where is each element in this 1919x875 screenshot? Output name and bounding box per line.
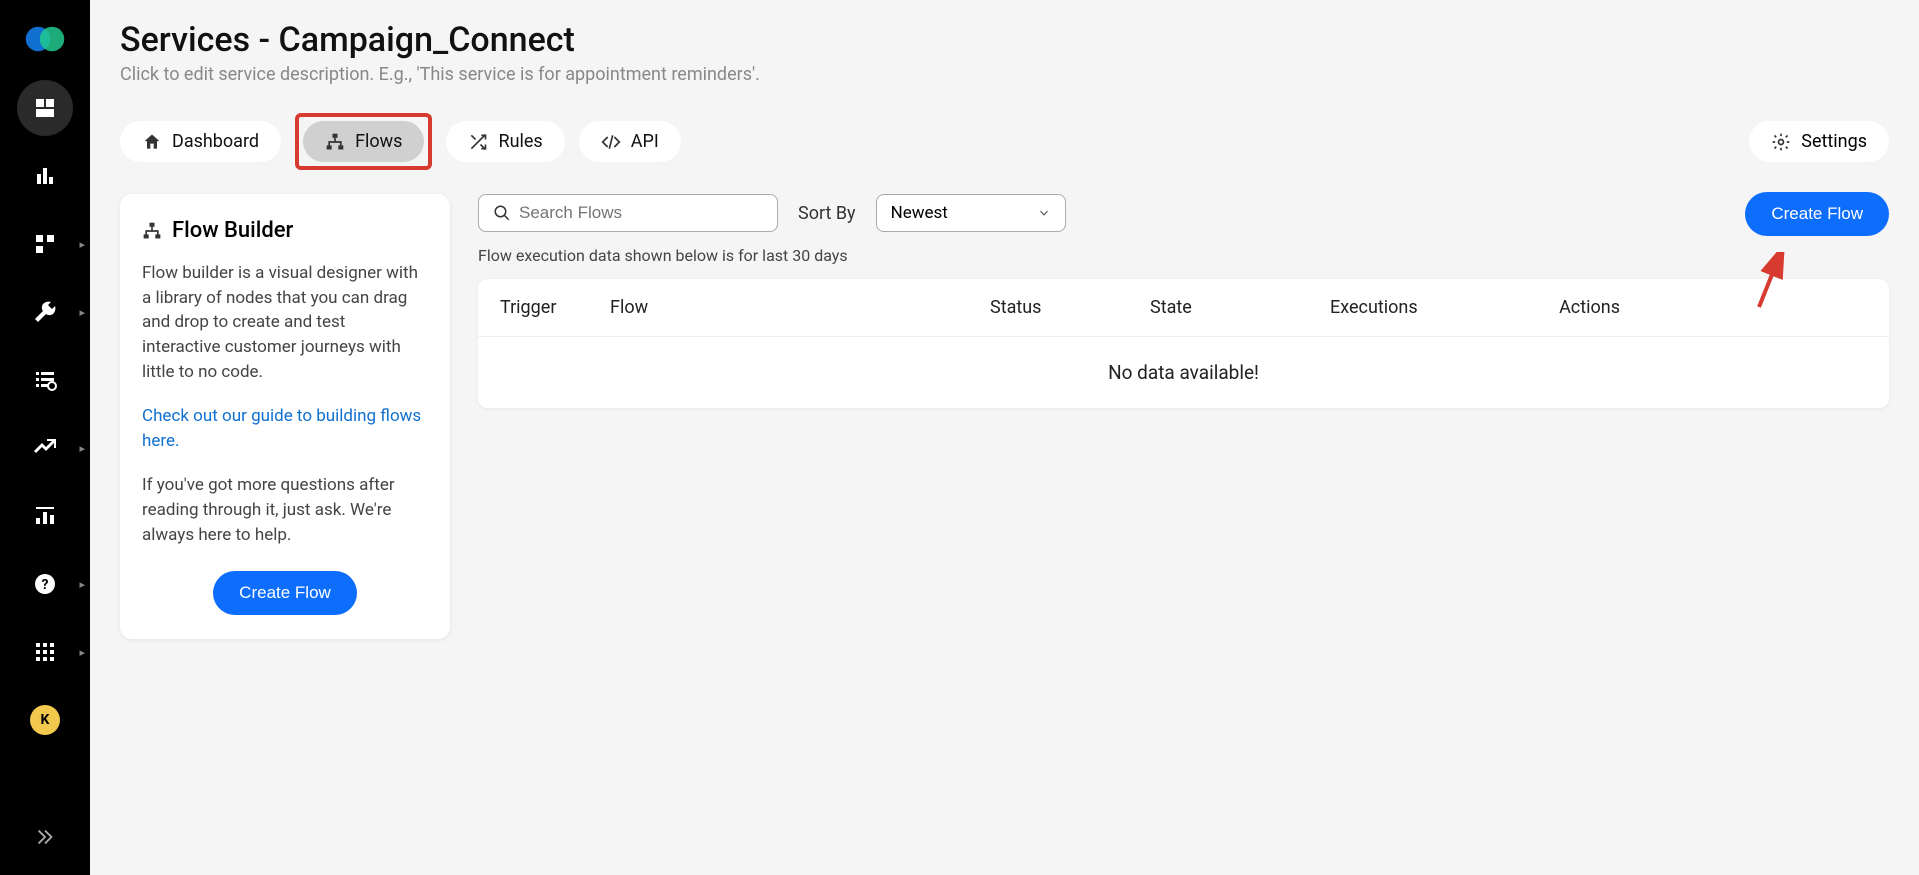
col-executions: Executions — [1330, 297, 1510, 318]
tab-api-label: API — [631, 131, 659, 152]
nav-util[interactable] — [17, 488, 73, 544]
svg-text:?: ? — [42, 577, 49, 593]
flow-builder-help: If you've got more questions after readi… — [142, 473, 428, 547]
nav-collapse[interactable] — [17, 809, 73, 865]
nav-avatar[interactable]: K — [17, 692, 73, 748]
code-icon — [601, 132, 621, 152]
tab-dashboard-label: Dashboard — [172, 131, 259, 152]
sort-select[interactable]: Newest — [876, 194, 1066, 232]
tab-api[interactable]: API — [579, 121, 681, 162]
col-actions: Actions — [1510, 297, 1620, 318]
create-flow-button-top[interactable]: Create Flow — [1745, 192, 1889, 236]
tabs-row: Dashboard Flows Rules API Settings — [120, 113, 1889, 170]
flow-builder-card: Flow Builder Flow builder is a visual de… — [120, 194, 450, 639]
nav-services[interactable] — [17, 80, 73, 136]
nav-grid[interactable] — [17, 624, 73, 680]
sort-by-label: Sort By — [798, 203, 856, 224]
tab-rules-label: Rules — [498, 131, 542, 152]
table-header: Trigger Flow Status State Executions Act… — [478, 279, 1889, 337]
search-sort-row: Sort By Newest — [478, 194, 1889, 232]
gear-icon — [1771, 132, 1791, 152]
flow-builder-title: Flow Builder — [172, 218, 293, 243]
tab-flows[interactable]: Flows — [303, 121, 424, 162]
webex-logo — [24, 18, 66, 60]
left-sidebar: ? K — [0, 0, 90, 875]
nav-analytics[interactable] — [17, 148, 73, 204]
sort-value: Newest — [891, 203, 948, 223]
col-state: State — [1150, 297, 1330, 318]
nav-tools[interactable] — [17, 284, 73, 340]
nav-apps[interactable] — [17, 216, 73, 272]
highlight-box: Flows — [295, 113, 432, 170]
flow-builder-header: Flow Builder — [142, 218, 428, 243]
settings-button[interactable]: Settings — [1749, 121, 1889, 162]
avatar-letter: K — [30, 705, 60, 735]
home-icon — [142, 132, 162, 152]
chevron-down-icon — [1037, 206, 1051, 220]
page-title: Services - Campaign_Connect — [120, 20, 1889, 60]
tab-rules[interactable]: Rules — [446, 121, 564, 162]
search-input[interactable] — [519, 203, 763, 223]
sitemap-icon — [325, 132, 345, 152]
tab-dashboard[interactable]: Dashboard — [120, 121, 281, 162]
page-subtitle[interactable]: Click to edit service description. E.g.,… — [120, 64, 1889, 85]
flow-note: Flow execution data shown below is for l… — [478, 246, 1889, 265]
create-flow-button-card[interactable]: Create Flow — [213, 571, 357, 615]
search-icon — [493, 204, 511, 222]
search-box[interactable] — [478, 194, 778, 232]
nav-list[interactable] — [17, 352, 73, 408]
flow-builder-guide-link[interactable]: Check out our guide to building flows he… — [142, 406, 421, 451]
table-empty: No data available! — [478, 337, 1889, 408]
tab-flows-label: Flows — [355, 131, 402, 152]
flows-table: Trigger Flow Status State Executions Act… — [478, 279, 1889, 408]
flow-builder-body: Flow builder is a visual designer with a… — [142, 261, 428, 384]
main-content: Services - Campaign_Connect Click to edi… — [90, 0, 1919, 875]
sitemap-icon — [142, 221, 162, 241]
nav-trends[interactable] — [17, 420, 73, 476]
settings-label: Settings — [1801, 131, 1867, 152]
nav-help[interactable]: ? — [17, 556, 73, 612]
col-status: Status — [990, 297, 1150, 318]
col-flow: Flow — [610, 297, 990, 318]
flow-area: Create Flow Sort By Newest Flow executio… — [478, 194, 1889, 639]
shuffle-icon — [468, 132, 488, 152]
col-trigger: Trigger — [500, 297, 610, 318]
